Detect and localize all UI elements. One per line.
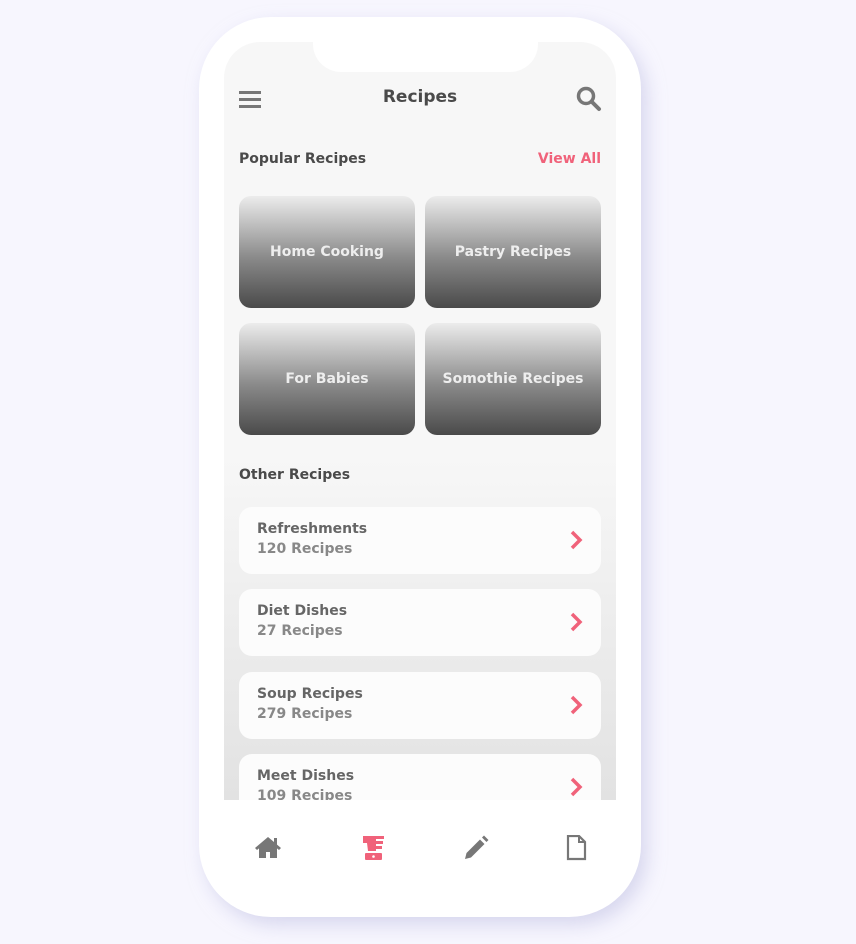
other-title: Other Recipes [239,467,351,483]
file-icon[interactable] [566,835,588,861]
search-icon[interactable] [576,86,602,112]
chevron-right-icon [570,612,583,632]
card-home-cooking[interactable]: Home Cooking [239,196,415,308]
view-all-link[interactable]: View All [538,151,601,167]
home-icon[interactable] [254,835,282,859]
notch [313,42,538,72]
pencil-icon[interactable] [463,835,489,861]
item-count: 109 Recipes [257,788,353,800]
card-smoothie[interactable]: Somothie Recipes [425,323,601,435]
list-item[interactable]: Refreshments 120 Recipes [239,507,601,574]
card-babies[interactable]: For Babies [239,323,415,435]
item-name: Soup Recipes [257,686,363,702]
phone-frame: Recipes Popular Recipes View All Home Co… [199,17,641,917]
list-item[interactable]: Diet Dishes 27 Recipes [239,589,601,656]
page-title: Recipes [382,87,458,107]
list-item[interactable]: Meet Dishes 109 Recipes [239,754,601,800]
blender-icon[interactable] [360,835,386,861]
popular-title: Popular Recipes [239,151,367,167]
item-name: Diet Dishes [257,603,348,619]
list-item[interactable]: Soup Recipes 279 Recipes [239,672,601,739]
item-count: 279 Recipes [257,706,353,722]
chevron-right-icon [570,695,583,715]
card-pastry[interactable]: Pastry Recipes [425,196,601,308]
screen: Recipes Popular Recipes View All Home Co… [224,42,616,800]
chevron-right-icon [570,777,583,797]
item-name: Meet Dishes [257,768,355,784]
item-count: 27 Recipes [257,623,343,639]
item-name: Refreshments [257,521,368,537]
item-count: 120 Recipes [257,541,353,557]
chevron-right-icon [570,530,583,550]
